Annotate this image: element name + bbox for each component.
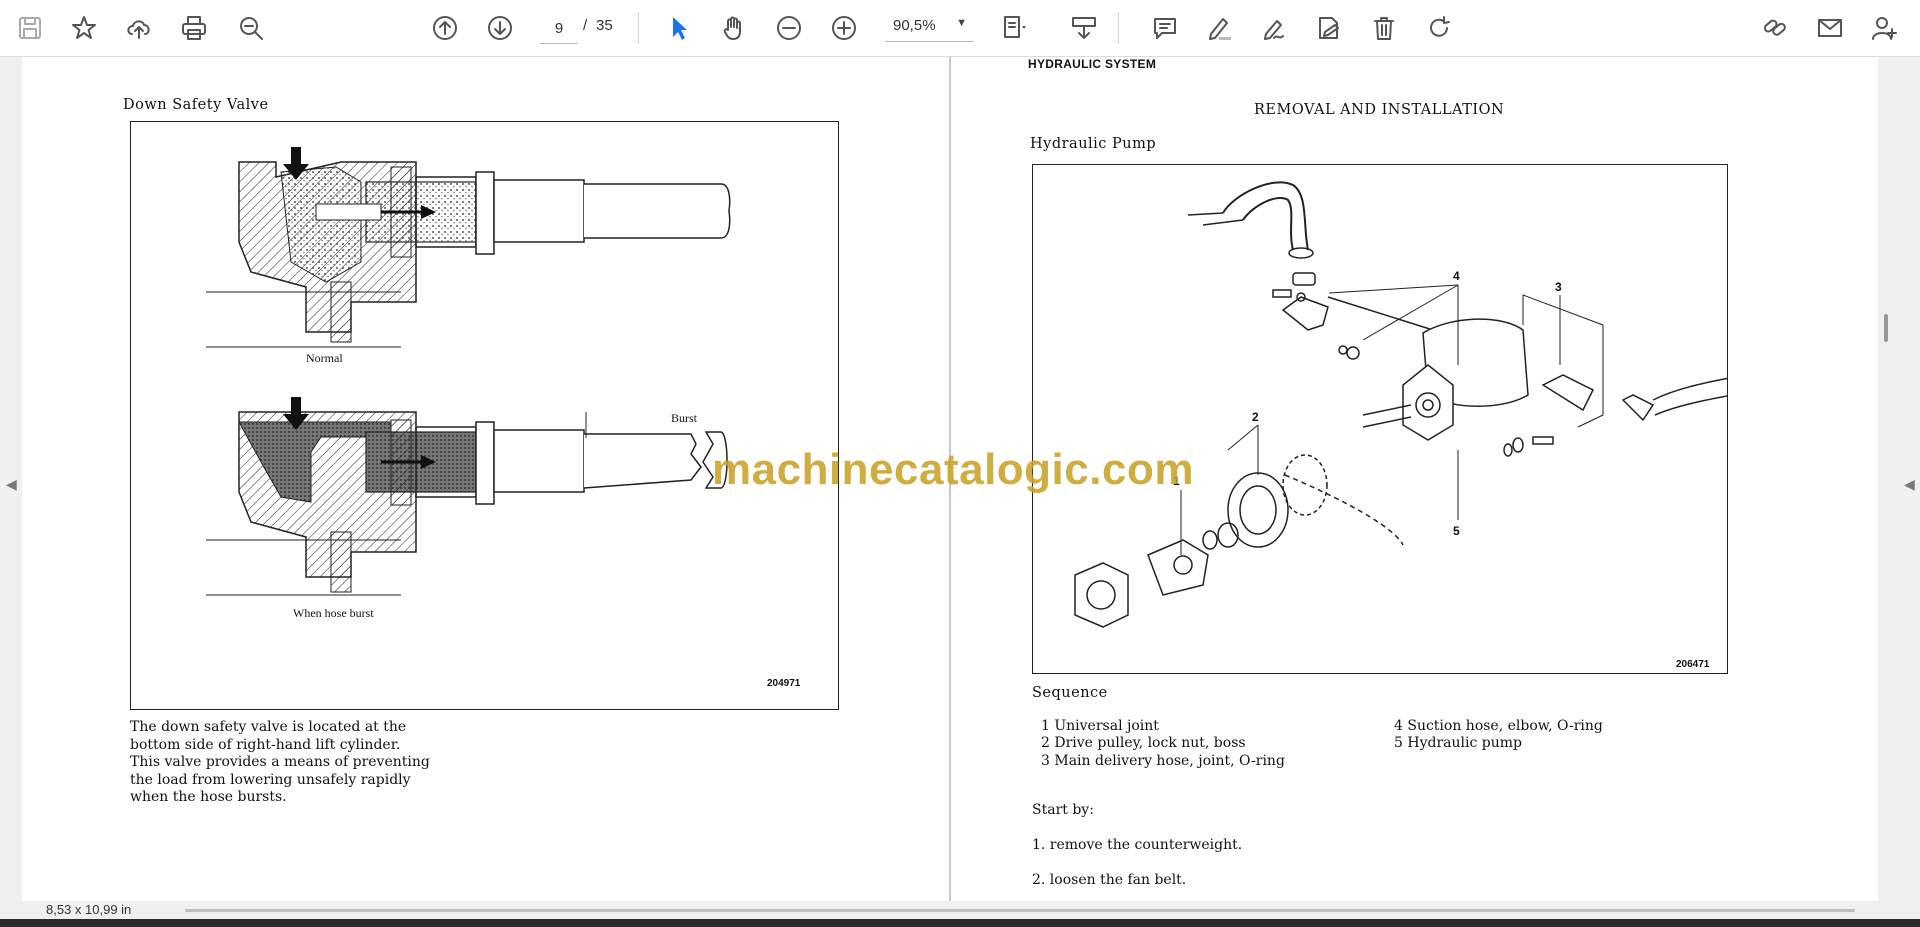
subsection-title: Hydraulic Pump: [1030, 136, 1157, 152]
hand-tool-icon[interactable]: [716, 10, 752, 46]
zoom-out-icon[interactable]: [771, 10, 807, 46]
page-header: HYDRAULIC SYSTEM: [1028, 57, 1157, 71]
zoom-search-icon[interactable]: [233, 10, 269, 46]
figure-hydraulic-pump: 1 2 3 4 5 206471: [1032, 164, 1744, 674]
sequence-item: 3 Main delivery hose, joint, O-ring: [1041, 753, 1285, 769]
vertical-scrollbar[interactable]: [1884, 314, 1888, 342]
scroll-mode-icon[interactable]: [1066, 10, 1102, 46]
sequence-item: 5 Hydraulic pump: [1394, 735, 1522, 751]
zoom-value: 90,5%: [893, 17, 936, 34]
sequence-item: 1 Universal joint: [1041, 718, 1159, 734]
bookmark-star-icon[interactable]: [66, 10, 102, 46]
comment-icon[interactable]: [1147, 10, 1183, 46]
body-line: The down safety valve is located at the: [130, 719, 407, 735]
page-up-icon[interactable]: [427, 10, 463, 46]
page-number-input[interactable]: [540, 13, 578, 44]
sequence-item: 4 Suction hose, elbow, O-ring: [1394, 718, 1603, 734]
body-line: This valve provides a means of preventin…: [130, 754, 430, 770]
body-line: the load from lowering unsafely rapidly: [130, 771, 411, 788]
horizontal-scrollbar[interactable]: [185, 909, 1855, 912]
section-title: Down Safety Valve: [123, 97, 269, 113]
page-size-indicator: 8,53 x 10,99 in: [46, 902, 132, 917]
share-link-icon[interactable]: [1757, 10, 1793, 46]
status-bar: 8,53 x 10,99 in: [0, 901, 1920, 919]
callout-3: 3: [1555, 280, 1562, 294]
prev-page-arrow-icon[interactable]: ◀: [6, 477, 17, 493]
toolbar-divider: [1118, 12, 1119, 44]
caption-hose-burst: When hose burst: [293, 606, 374, 620]
fit-page-icon[interactable]: [996, 10, 1032, 46]
valve-illustration: [206, 147, 731, 596]
chevron-down-icon: ▼: [956, 17, 967, 29]
next-page-arrow-icon[interactable]: ◀: [1904, 477, 1915, 493]
page-separator: /: [583, 17, 588, 34]
taskbar-strip: [0, 919, 1920, 927]
callout-2: 2: [1252, 410, 1259, 424]
sequence-title: Sequence: [1032, 685, 1108, 701]
email-icon[interactable]: [1812, 10, 1848, 46]
document-viewer[interactable]: ◀ ◀ Down Safety Valve Normal Burst When …: [0, 57, 1920, 902]
page-down-icon[interactable]: [482, 10, 518, 46]
rotate-icon[interactable]: [1421, 10, 1457, 46]
callout-4: 4: [1453, 269, 1460, 283]
add-user-icon[interactable]: [1866, 10, 1902, 46]
body-paragraph: The down safety valve is located at the …: [130, 719, 482, 807]
caption-normal: Normal: [306, 351, 343, 365]
watermark-text: machinecatalogic.com: [712, 445, 1194, 494]
start-by-label: Start by:: [1032, 802, 1094, 818]
body-line: bottom side of right-hand lift cylinder.: [130, 736, 401, 753]
burst-valve-drawing: [206, 397, 728, 596]
caption-burst: Burst: [671, 411, 698, 425]
figure-number: 206471: [1676, 659, 1710, 670]
section-title: REMOVAL AND INSTALLATION: [1254, 102, 1505, 118]
highlight-pen-icon[interactable]: [1201, 10, 1237, 46]
page-total: 35: [596, 17, 613, 34]
zoom-in-icon[interactable]: [826, 10, 862, 46]
toolbar-divider: [638, 12, 639, 44]
pump-exploded-illustration: 1 2 3 4 5: [1074, 181, 1744, 628]
figure-down-safety-valve: Normal Burst When hose burst 204971: [130, 121, 839, 710]
save-icon[interactable]: [12, 10, 48, 46]
step-item: 2. loosen the fan belt.: [1032, 872, 1187, 888]
toolbar: / 35 90,5% ▼: [0, 0, 1920, 57]
zoom-select[interactable]: 90,5% ▼: [885, 13, 973, 42]
callout-5: 5: [1453, 524, 1460, 538]
select-cursor-icon[interactable]: [661, 10, 697, 46]
delete-trash-icon[interactable]: [1366, 10, 1402, 46]
normal-valve-drawing: [206, 147, 731, 348]
print-icon[interactable]: [176, 10, 212, 46]
body-line: when the hose bursts.: [130, 789, 287, 805]
step-item: 1. remove the counterweight.: [1032, 837, 1243, 853]
upload-cloud-icon[interactable]: [121, 10, 157, 46]
edit-export-icon[interactable]: [1311, 10, 1347, 46]
sign-icon[interactable]: [1256, 10, 1292, 46]
figure-number: 204971: [767, 678, 801, 689]
sequence-item: 2 Drive pulley, lock nut, boss: [1041, 735, 1246, 751]
